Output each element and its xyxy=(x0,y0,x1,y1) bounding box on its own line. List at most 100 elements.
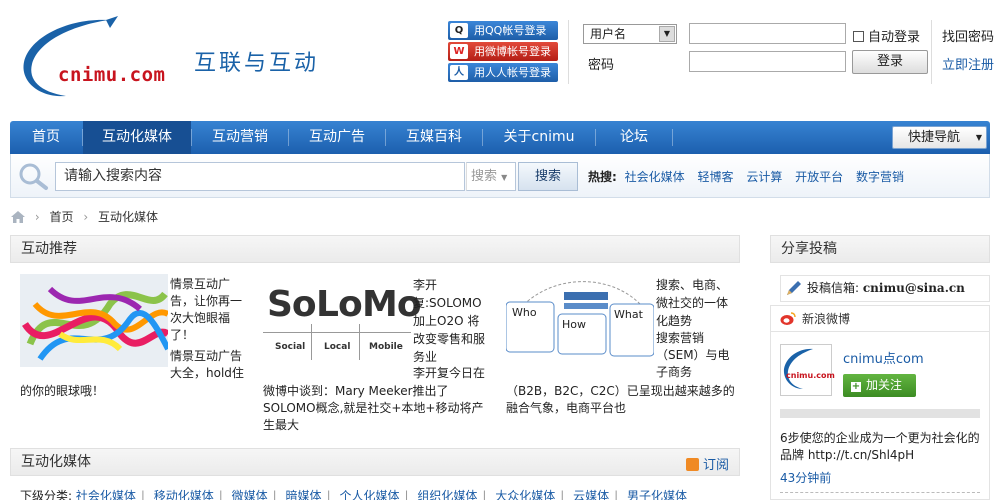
media-header: 互动化媒体 xyxy=(10,448,740,476)
register-link[interactable]: 立即注册 xyxy=(942,54,994,73)
pencil-icon xyxy=(787,281,801,295)
subcategory-link[interactable]: 大众化媒体 xyxy=(495,489,555,500)
login-button[interactable]: 登录 xyxy=(852,50,928,74)
recommend-summary-2: 李开复今日在 xyxy=(413,366,486,380)
recommend-summary-2b: 微博中谈到：Mary Meeker推出了SOLOMO概念,就是社交+本地+移动将… xyxy=(263,384,484,432)
home-icon[interactable] xyxy=(11,211,25,223)
recommend-header: 互动推荐 xyxy=(10,235,740,263)
checkbox-icon xyxy=(853,31,864,42)
subcategory-link[interactable]: 个人化媒体 xyxy=(339,489,399,500)
subscribe-label: 订阅 xyxy=(703,458,730,473)
weibo-account-name[interactable]: cnimu点com xyxy=(843,348,924,367)
recommend-summary-3: 搜索营销（SEM）与电子商务 xyxy=(656,331,730,379)
weibo-time[interactable]: 43分钟前 xyxy=(780,469,831,486)
avatar-text: cnimu.com xyxy=(786,371,835,380)
search-type-value: 搜索 xyxy=(471,169,498,184)
auto-login-label: 自动登录 xyxy=(868,30,921,45)
recommend-title-2[interactable]: 李开复:SOLOMO加上O2O 将改变零售和服务业 xyxy=(413,276,489,366)
solomo-word: Mo xyxy=(362,284,422,325)
site-slogan: 互联与互动 xyxy=(194,51,320,76)
forgot-password-link[interactable]: 找回密码 xyxy=(942,26,994,45)
quick-nav-label: 快捷导航 xyxy=(908,130,961,145)
qq-login-button[interactable]: Q 用QQ帐号登录 xyxy=(448,21,558,40)
nav-item-interactive-marketing[interactable]: 互动营销 xyxy=(192,121,288,154)
nav-item-forum[interactable]: 论坛 xyxy=(596,121,672,154)
nav-item-media-wiki[interactable]: 互媒百科 xyxy=(386,121,482,154)
nav-item-interactive-ads[interactable]: 互动广告 xyxy=(289,121,385,154)
hot-term-link[interactable]: 数字营销 xyxy=(856,170,904,184)
solomo-sub: Social xyxy=(275,342,306,352)
recommend-title-1[interactable]: 情景互动广告，让你再一次大饱眼福了！ xyxy=(170,276,244,344)
solomo-sub: Mobile xyxy=(369,342,403,352)
solomo-sub: Local xyxy=(324,342,351,352)
follow-label: 加关注 xyxy=(866,378,903,392)
hot-term-link[interactable]: 云计算 xyxy=(746,170,782,184)
submit-mail: 投稿信箱: cnimu@sina.cn xyxy=(780,275,990,302)
plus-icon: + xyxy=(851,381,861,392)
qq-login-label: 用QQ帐号登录 xyxy=(474,24,547,37)
subscribe-link[interactable]: 订阅 xyxy=(686,454,729,473)
breadcrumb-item-home[interactable]: 首页 xyxy=(49,210,73,224)
follow-button[interactable]: + 加关注 xyxy=(843,374,916,397)
header-divider-right xyxy=(931,20,932,84)
subcategory-link[interactable]: 云媒体 xyxy=(573,489,609,500)
login-type-select[interactable]: 用户名 ▼ xyxy=(583,24,677,44)
weibo-icon xyxy=(780,312,796,325)
nav-item-about[interactable]: 关于cnimu xyxy=(483,121,595,154)
subcategory-link[interactable]: 男子化媒体 xyxy=(627,489,687,500)
subcategory-list: 下级分类: 社会化媒体 | 移动化媒体 | 微媒体 | 暗媒体 | 个人化媒体 | 组织化… xyxy=(20,487,687,500)
submit-mail-address[interactable]: cnimu@sina.cn xyxy=(863,281,965,295)
weibo-icon: W xyxy=(450,44,468,59)
recommend-title-3[interactable]: 搜索、电商、微社交的一体化趋势 xyxy=(656,276,732,330)
weibo-login-button[interactable]: W 用微博帐号登录 xyxy=(448,42,558,61)
weibo-divider xyxy=(780,409,980,418)
hot-searches-label: 热搜: xyxy=(588,170,617,184)
breadcrumb-separator: › xyxy=(83,210,89,224)
password-input[interactable] xyxy=(689,51,846,72)
renren-icon: 人 xyxy=(450,65,468,80)
qq-icon: Q xyxy=(450,23,468,38)
main-nav: 首页 互动化媒体 互动营销 互动广告 互媒百科 关于cnimu 论坛 xyxy=(10,121,990,154)
password-label: 密码 xyxy=(588,58,615,73)
chevron-down-icon: ▼ xyxy=(501,173,508,182)
logo-swoosh-icon xyxy=(23,16,118,97)
avatar[interactable]: cnimu.com xyxy=(780,344,835,396)
username-input[interactable] xyxy=(689,23,846,44)
subcategory-link[interactable]: 移动化媒体 xyxy=(154,489,214,500)
recommend-image-3[interactable]: Who How What xyxy=(506,276,654,366)
search-icon xyxy=(19,163,48,190)
renren-login-label: 用人人帐号登录 xyxy=(474,66,551,79)
subcategory-link[interactable]: 暗媒体 xyxy=(286,489,322,500)
login-type-value: 用户名 xyxy=(590,27,627,41)
subcategory-link[interactable]: 组织化媒体 xyxy=(417,489,477,500)
diagram-word: What xyxy=(614,308,643,321)
subcategory-link[interactable]: 社会化媒体 xyxy=(76,489,136,500)
auto-login-checkbox[interactable]: 自动登录 xyxy=(853,26,920,45)
breadcrumb-item-current: 互动化媒体 xyxy=(97,210,158,224)
site-logo[interactable]: cnimu.com xyxy=(20,16,170,100)
recommend-summary-1b: 的你的眼球哦！ xyxy=(20,384,105,398)
hot-term-link[interactable]: 社会化媒体 xyxy=(625,170,685,184)
recommend-summary-1: 情景互动广告大全，hold住 xyxy=(170,349,244,380)
hot-term-link[interactable]: 轻博客 xyxy=(697,170,733,184)
weibo-separator xyxy=(780,492,980,493)
hot-searches: 热搜: 社会化媒体 轻博客 云计算 开放平台 数字营销 xyxy=(588,168,913,185)
solomo-word: Lo xyxy=(316,284,363,325)
weibo-message: 6步使您的企业成为一个更为社会化的品牌 http://t.cn/Shl4pH xyxy=(780,431,980,462)
recommend-summary-3b: （B2B，B2C，C2C）已呈现出越来越多的融合气象，电商平台也 xyxy=(506,384,735,415)
nav-item-interactive-media[interactable]: 互动化媒体 xyxy=(83,121,191,154)
search-button[interactable]: 搜索 xyxy=(518,162,578,191)
search-type-select[interactable]: 搜索 ▼ xyxy=(466,162,516,191)
search-input[interactable]: 请输入搜索内容 xyxy=(55,162,465,191)
recommend-image-2[interactable]: So Lo Mo Social Local Mobile xyxy=(263,278,422,366)
chevron-down-icon: ▼ xyxy=(659,26,675,42)
hot-term-link[interactable]: 开放平台 xyxy=(795,170,843,184)
recommend-image-1[interactable] xyxy=(20,274,168,367)
weibo-title: 新浪微博 xyxy=(802,312,851,326)
nav-item-home[interactable]: 首页 xyxy=(10,121,82,154)
quick-nav-button[interactable]: 快捷导航 ▼ xyxy=(892,126,987,149)
subcategory-label: 下级分类: xyxy=(20,489,73,500)
logo-text: cnimu.com xyxy=(58,64,166,86)
subcategory-link[interactable]: 微媒体 xyxy=(232,489,268,500)
renren-login-button[interactable]: 人 用人人帐号登录 xyxy=(448,63,558,82)
